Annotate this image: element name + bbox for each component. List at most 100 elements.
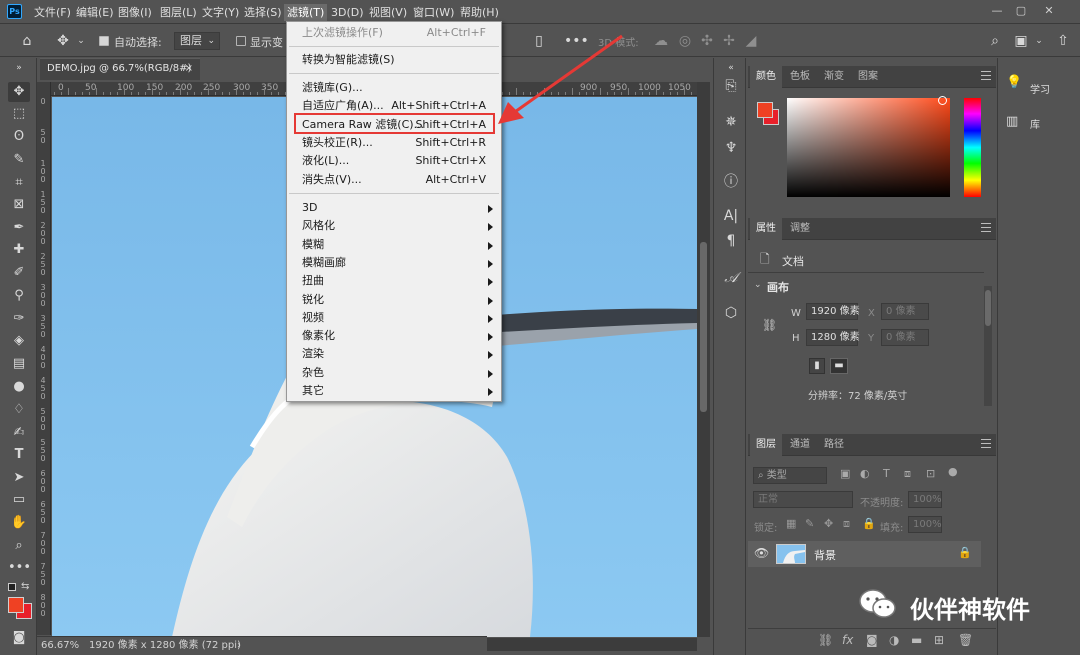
tab-swatches[interactable]: 色板 (784, 66, 816, 88)
filter-pixel-icon[interactable]: ▣ (840, 467, 850, 480)
gradient-tool-icon[interactable]: ▤ (8, 354, 30, 374)
3d-orbit-icon[interactable]: ☁ (652, 32, 670, 50)
opacity-field[interactable]: 100% (908, 491, 942, 508)
tab-gradients[interactable]: 渐变 (818, 66, 850, 88)
foreground-color-swatch[interactable] (8, 597, 24, 613)
chevron-down-icon[interactable]: ⌄ (1030, 32, 1048, 50)
learn-label[interactable]: 学习 (1030, 81, 1050, 96)
hue-slider[interactable] (964, 98, 981, 197)
menu-item-filter-gallery[interactable]: 滤镜库(G)... (288, 79, 500, 97)
3d-pan-icon[interactable]: ✣ (698, 32, 716, 50)
tab-adjustments[interactable]: 调整 (784, 218, 816, 240)
submenu-item[interactable]: 模糊画廊 (288, 254, 500, 272)
brushes-icon[interactable]: ♆ (721, 138, 741, 158)
lock-position-icon[interactable]: ✥ (824, 517, 833, 530)
auto-select-target-dropdown[interactable]: 图层 ⌄ (174, 32, 220, 50)
history-brush-tool-icon[interactable]: ✑ (8, 309, 30, 329)
eyedropper-tool-icon[interactable]: ✒ (8, 218, 30, 238)
move-tool-icon[interactable]: ✥ (8, 82, 30, 102)
link-icon[interactable]: ⛓ (762, 318, 777, 332)
libraries-label[interactable]: 库 (1030, 116, 1040, 131)
height-field[interactable]: 1280 像素 (806, 329, 860, 346)
tab-channels[interactable]: 通道 (784, 434, 816, 456)
menu-select[interactable]: 选择(S) (241, 4, 285, 21)
move-tool-icon[interactable]: ✥ (54, 32, 72, 50)
menu-3d[interactable]: 3D(D) (328, 4, 367, 21)
workspace-icon[interactable]: ▣ (1012, 32, 1030, 50)
submenu-item[interactable]: 扭曲 (288, 272, 500, 290)
tab-properties[interactable]: 属性 (750, 218, 782, 240)
lasso-tool-icon[interactable]: ʘ (8, 127, 30, 147)
glyphs-icon[interactable]: 𝒜 (721, 268, 741, 288)
menu-item-liquify[interactable]: 液化(L)... Shift+Ctrl+X (288, 152, 500, 170)
layer-style-icon[interactable]: fx (842, 633, 853, 647)
menu-item-convert-smart-filter[interactable]: 转换为智能滤镜(S) (288, 51, 500, 69)
add-mask-icon[interactable]: ◙ (866, 633, 878, 647)
home-icon[interactable]: ⌂ (18, 32, 36, 50)
submenu-item[interactable]: 模糊 (288, 236, 500, 254)
default-colors-icon[interactable] (8, 583, 16, 591)
type-tool-icon[interactable]: T (8, 445, 30, 465)
layer-filter-dropdown[interactable]: ⌕ 类型 (753, 467, 827, 484)
menu-item-last-filter[interactable]: 上次滤镜操作(F) Alt+Ctrl+F (288, 24, 500, 42)
filter-toggle-icon[interactable]: ● (948, 465, 958, 478)
menu-filter[interactable]: 滤镜(T) (284, 4, 328, 21)
submenu-item[interactable]: 像素化 (288, 327, 500, 345)
new-layer-icon[interactable]: ⊞ (934, 633, 944, 647)
layer-row[interactable]: 👁 背景 🔒 (748, 541, 981, 567)
scrollbar-thumb[interactable] (700, 242, 707, 412)
hand-tool-icon[interactable]: ✋ (8, 513, 30, 533)
lock-image-icon[interactable]: ✎ (805, 517, 814, 530)
submenu-item[interactable]: 杂色 (288, 364, 500, 382)
3d-slide-icon[interactable]: ✢ (720, 32, 738, 50)
submenu-item[interactable]: 渲染 (288, 345, 500, 363)
adjustment-layer-icon[interactable]: ◑ (889, 633, 899, 647)
filter-adjustment-icon[interactable]: ◐ (860, 467, 870, 480)
pen-tool-icon[interactable]: ✍ (8, 423, 30, 443)
swap-colors-icon[interactable]: ⇆ (21, 581, 29, 592)
menu-image[interactable]: 图像(I) (115, 4, 155, 21)
submenu-item[interactable]: 视频 (288, 309, 500, 327)
menu-type[interactable]: 文字(Y) (199, 4, 242, 21)
eraser-tool-icon[interactable]: ◈ (8, 331, 30, 351)
rectangle-tool-icon[interactable]: ▭ (8, 490, 30, 510)
panel-menu-icon[interactable] (981, 223, 991, 232)
scrollbar-thumb[interactable] (985, 290, 991, 326)
minimize-button[interactable]: — (986, 2, 1008, 20)
show-transform-checkbox[interactable] (236, 36, 246, 46)
zoom-level[interactable]: 66.67% (41, 637, 79, 654)
panel-menu-icon[interactable] (981, 71, 991, 80)
properties-scrollbar[interactable] (984, 286, 992, 406)
menu-item-lens-correction[interactable]: 镜头校正(R)... Shift+Ctrl+R (288, 134, 500, 152)
status-arrow-icon[interactable]: › (237, 637, 241, 654)
chevron-down-icon[interactable]: ⌄ (72, 32, 90, 50)
frame-tool-icon[interactable]: ⊠ (8, 195, 30, 215)
chevron-down-icon[interactable]: ⌄ (754, 280, 762, 290)
horizontal-scrollbar[interactable] (485, 638, 697, 651)
group-icon[interactable]: ▬ (911, 633, 922, 647)
clone-stamp-tool-icon[interactable]: ⚲ (8, 286, 30, 306)
portrait-orientation-icon[interactable]: ▮ (809, 358, 825, 374)
panel-collapse-icon[interactable]: « (721, 58, 741, 78)
document-tab[interactable]: DEMO.jpg @ 66.7%(RGB/8#) × (40, 58, 200, 80)
character-icon[interactable]: A| (721, 206, 741, 226)
menu-item-vanishing-point[interactable]: 消失点(V)... Alt+Ctrl+V (288, 171, 500, 189)
link-layers-icon[interactable]: ⛓ (818, 633, 833, 647)
vertical-scrollbar[interactable] (697, 82, 710, 637)
blur-tool-icon[interactable]: ● (8, 377, 30, 397)
filter-smart-object-icon[interactable]: ⊡ (926, 467, 935, 480)
close-button[interactable]: ✕ (1038, 2, 1060, 20)
toolbar-collapse-icon[interactable]: » (8, 58, 30, 78)
tab-patterns[interactable]: 图案 (852, 66, 884, 88)
path-selection-tool-icon[interactable]: ➤ (8, 468, 30, 488)
filter-type-icon[interactable]: T (883, 467, 890, 480)
delete-layer-icon[interactable]: 🗑 (958, 633, 973, 647)
quick-select-tool-icon[interactable]: ✎ (8, 150, 30, 170)
healing-brush-tool-icon[interactable]: ✚ (8, 240, 30, 260)
submenu-item[interactable]: 锐化 (288, 291, 500, 309)
menu-window[interactable]: 窗口(W) (410, 4, 457, 21)
submenu-item[interactable]: 风格化 (288, 217, 500, 235)
landscape-orientation-icon[interactable]: ▬ (830, 358, 848, 374)
paragraph-icon[interactable]: ¶ (721, 231, 741, 251)
foreground-color-swatch[interactable] (757, 102, 773, 118)
